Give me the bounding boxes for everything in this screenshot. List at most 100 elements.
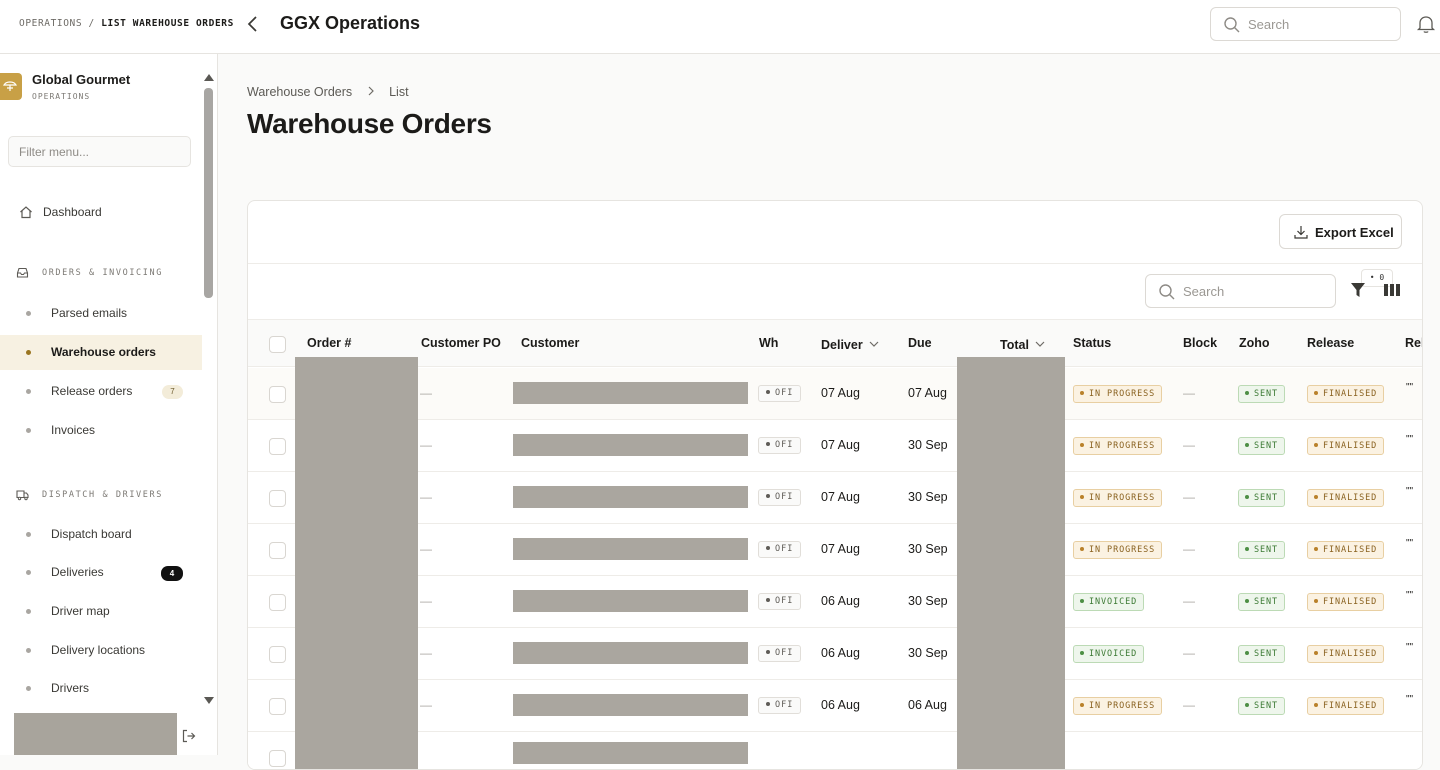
top-breadcrumb-root[interactable]: OPERATIONS [19, 18, 82, 29]
global-search-placeholder: Search [1248, 17, 1290, 32]
filter-icon [1351, 283, 1365, 297]
table-row[interactable]: — OFI 07 Aug 30 Sep IN PROGRESS — SENT F… [248, 420, 1422, 472]
sidebar-item-dashboard[interactable]: Dashboard [0, 197, 200, 227]
filter-button[interactable] [1350, 281, 1366, 302]
status-badge: IN PROGRESS [1073, 489, 1163, 507]
zoho-badge: SENT [1238, 541, 1286, 559]
sidebar-scroll-down[interactable] [204, 697, 214, 704]
rel-value: "" [1406, 434, 1414, 445]
columns-button[interactable] [1383, 283, 1401, 300]
table-row[interactable]: — OFI 06 Aug 06 Aug IN PROGRESS — SENT F… [248, 680, 1422, 732]
deliver-date: 07 Aug [821, 438, 860, 452]
table-row-partial[interactable] [248, 732, 1422, 769]
warehouse-tag: OFI [758, 541, 802, 558]
org-name: Global Gourmet [32, 72, 131, 87]
column-rel[interactable]: Rel [1405, 336, 1422, 350]
sidebar-item-warehouse-orders[interactable]: Warehouse orders [0, 335, 202, 370]
due-date: 30 Sep [908, 438, 948, 452]
breadcrumb: Warehouse Orders List [247, 85, 409, 99]
org-logo [0, 73, 22, 100]
orders-table-card: Export Excel Search • 0 Order # Customer… [247, 200, 1423, 770]
back-button[interactable] [244, 13, 262, 35]
rel-value: "" [1406, 486, 1414, 497]
rel-value: "" [1406, 694, 1414, 705]
select-all-checkbox[interactable] [269, 336, 286, 353]
column-total[interactable]: Total [1000, 336, 1045, 352]
customer-redacted [513, 486, 748, 508]
row-checkbox[interactable] [269, 646, 286, 663]
app-title: GGX Operations [280, 13, 421, 33]
column-release[interactable]: Release [1307, 336, 1354, 350]
row-checkbox[interactable] [269, 542, 286, 559]
sidebar-item-drivers[interactable]: Drivers [0, 671, 202, 706]
row-checkbox[interactable] [269, 750, 286, 767]
table-row[interactable]: — OFI 06 Aug 30 Sep INVOICED — SENT FINA… [248, 576, 1422, 628]
org-subtitle: OPERATIONS [32, 92, 91, 101]
row-checkbox[interactable] [269, 490, 286, 507]
filter-menu-placeholder: Filter menu... [19, 145, 90, 159]
export-excel-button[interactable]: Export Excel [1279, 214, 1402, 249]
logout-button[interactable] [181, 728, 197, 747]
release-badge: FINALISED [1307, 593, 1385, 611]
sidebar-item-dispatch-board[interactable]: Dispatch board [0, 517, 202, 552]
chevron-down-icon [869, 341, 879, 347]
warehouse-tag: OFI [758, 385, 802, 402]
inbox-icon [16, 267, 29, 278]
breadcrumb-list: List [389, 85, 409, 99]
sidebar-item-deliveries[interactable]: Deliveries 4 [0, 555, 202, 590]
global-search-input[interactable]: Search [1210, 7, 1401, 41]
sidebar-scrollbar[interactable] [204, 88, 213, 298]
top-breadcrumb-current: LIST WAREHOUSE ORDERS [101, 18, 234, 29]
column-wh[interactable]: Wh [759, 336, 778, 350]
release-orders-badge: 7 [162, 385, 183, 399]
column-due[interactable]: Due [908, 336, 932, 350]
table-row[interactable]: — OFI 07 Aug 07 Aug IN PROGRESS — SENT F… [248, 368, 1422, 420]
rel-value: "" [1406, 642, 1414, 653]
row-checkbox[interactable] [269, 386, 286, 403]
deliver-date: 07 Aug [821, 386, 860, 400]
table-search-input[interactable]: Search [1145, 274, 1336, 308]
user-profile-redacted[interactable] [14, 713, 177, 755]
release-badge: FINALISED [1307, 697, 1385, 715]
table-row[interactable]: — OFI 06 Aug 30 Sep INVOICED — SENT FINA… [248, 628, 1422, 680]
row-checkbox[interactable] [269, 438, 286, 455]
chevron-left-icon [247, 16, 257, 32]
breadcrumb-warehouse-orders[interactable]: Warehouse Orders [247, 85, 352, 99]
column-customer[interactable]: Customer [521, 336, 579, 350]
column-block[interactable]: Block [1183, 336, 1217, 350]
column-zoho[interactable]: Zoho [1239, 336, 1270, 350]
column-deliver[interactable]: Deliver [821, 336, 879, 352]
sidebar-scroll-up[interactable] [204, 74, 214, 81]
sidebar-item-release-orders[interactable]: Release orders 7 [0, 374, 202, 409]
customer-redacted [513, 642, 748, 664]
warehouse-tag: OFI [758, 593, 802, 610]
search-icon [1224, 17, 1240, 33]
row-checkbox[interactable] [269, 698, 286, 715]
zoho-badge: SENT [1238, 489, 1286, 507]
table-row[interactable]: — OFI 07 Aug 30 Sep IN PROGRESS — SENT F… [248, 472, 1422, 524]
deliver-date: 06 Aug [821, 594, 860, 608]
customer-redacted [513, 590, 748, 612]
filter-menu-input[interactable]: Filter menu... [8, 136, 191, 167]
card-toolbar: Export Excel [248, 201, 1422, 264]
customer-redacted [513, 434, 748, 456]
row-checkbox[interactable] [269, 594, 286, 611]
due-date: 07 Aug [908, 386, 947, 400]
column-status[interactable]: Status [1073, 336, 1111, 350]
sidebar-item-delivery-locations[interactable]: Delivery locations [0, 633, 202, 668]
status-badge: IN PROGRESS [1073, 541, 1163, 559]
sidebar-item-invoices[interactable]: Invoices [0, 413, 202, 448]
customer-redacted [513, 538, 748, 560]
zoho-badge: SENT [1238, 593, 1286, 611]
release-badge: FINALISED [1307, 645, 1385, 663]
notifications-button[interactable] [1416, 14, 1436, 37]
page-title: Warehouse Orders [247, 108, 492, 139]
sidebar-item-driver-map[interactable]: Driver map [0, 594, 202, 629]
chevron-down-icon [1035, 341, 1045, 347]
top-breadcrumb: OPERATIONS / LIST WAREHOUSE ORDERS [19, 18, 234, 29]
sidebar-item-parsed-emails[interactable]: Parsed emails [0, 296, 202, 331]
column-customer-po[interactable]: Customer PO [421, 336, 501, 350]
deliver-date: 06 Aug [821, 646, 860, 660]
column-order-number[interactable]: Order # [307, 336, 351, 350]
table-row[interactable]: — OFI 07 Aug 30 Sep IN PROGRESS — SENT F… [248, 524, 1422, 576]
